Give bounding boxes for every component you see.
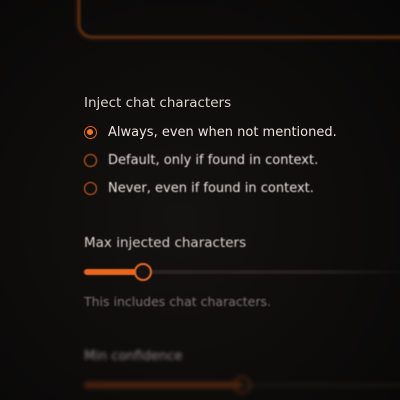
text-area-field[interactable] xyxy=(78,0,400,38)
radio-circle-icon[interactable] xyxy=(84,154,97,167)
max-injected-characters-label: Max injected characters xyxy=(84,235,247,251)
min-confidence-slider[interactable] xyxy=(84,376,400,394)
radio-option-default[interactable]: Default, only if found in context. xyxy=(84,153,318,168)
radio-circle-icon[interactable] xyxy=(84,126,97,139)
slider-fill xyxy=(84,382,242,388)
radio-circle-icon[interactable] xyxy=(84,182,97,195)
radio-option-label: Never, even if found in context. xyxy=(108,181,314,196)
slider-thumb[interactable] xyxy=(134,263,152,281)
max-injected-characters-slider[interactable] xyxy=(84,263,400,281)
radio-option-never[interactable]: Never, even if found in context. xyxy=(84,181,314,196)
settings-panel: Inject chat characters Always, even when… xyxy=(0,0,400,400)
slider-thumb[interactable] xyxy=(233,376,251,394)
min-confidence-label: Min confidence xyxy=(84,349,183,364)
radio-option-label: Always, even when not mentioned. xyxy=(108,125,337,140)
inject-chat-characters-label: Inject chat characters xyxy=(84,95,232,111)
radio-option-always[interactable]: Always, even when not mentioned. xyxy=(84,125,337,140)
max-injected-characters-helper: This includes chat characters. xyxy=(84,294,271,309)
radio-option-label: Default, only if found in context. xyxy=(108,153,319,168)
